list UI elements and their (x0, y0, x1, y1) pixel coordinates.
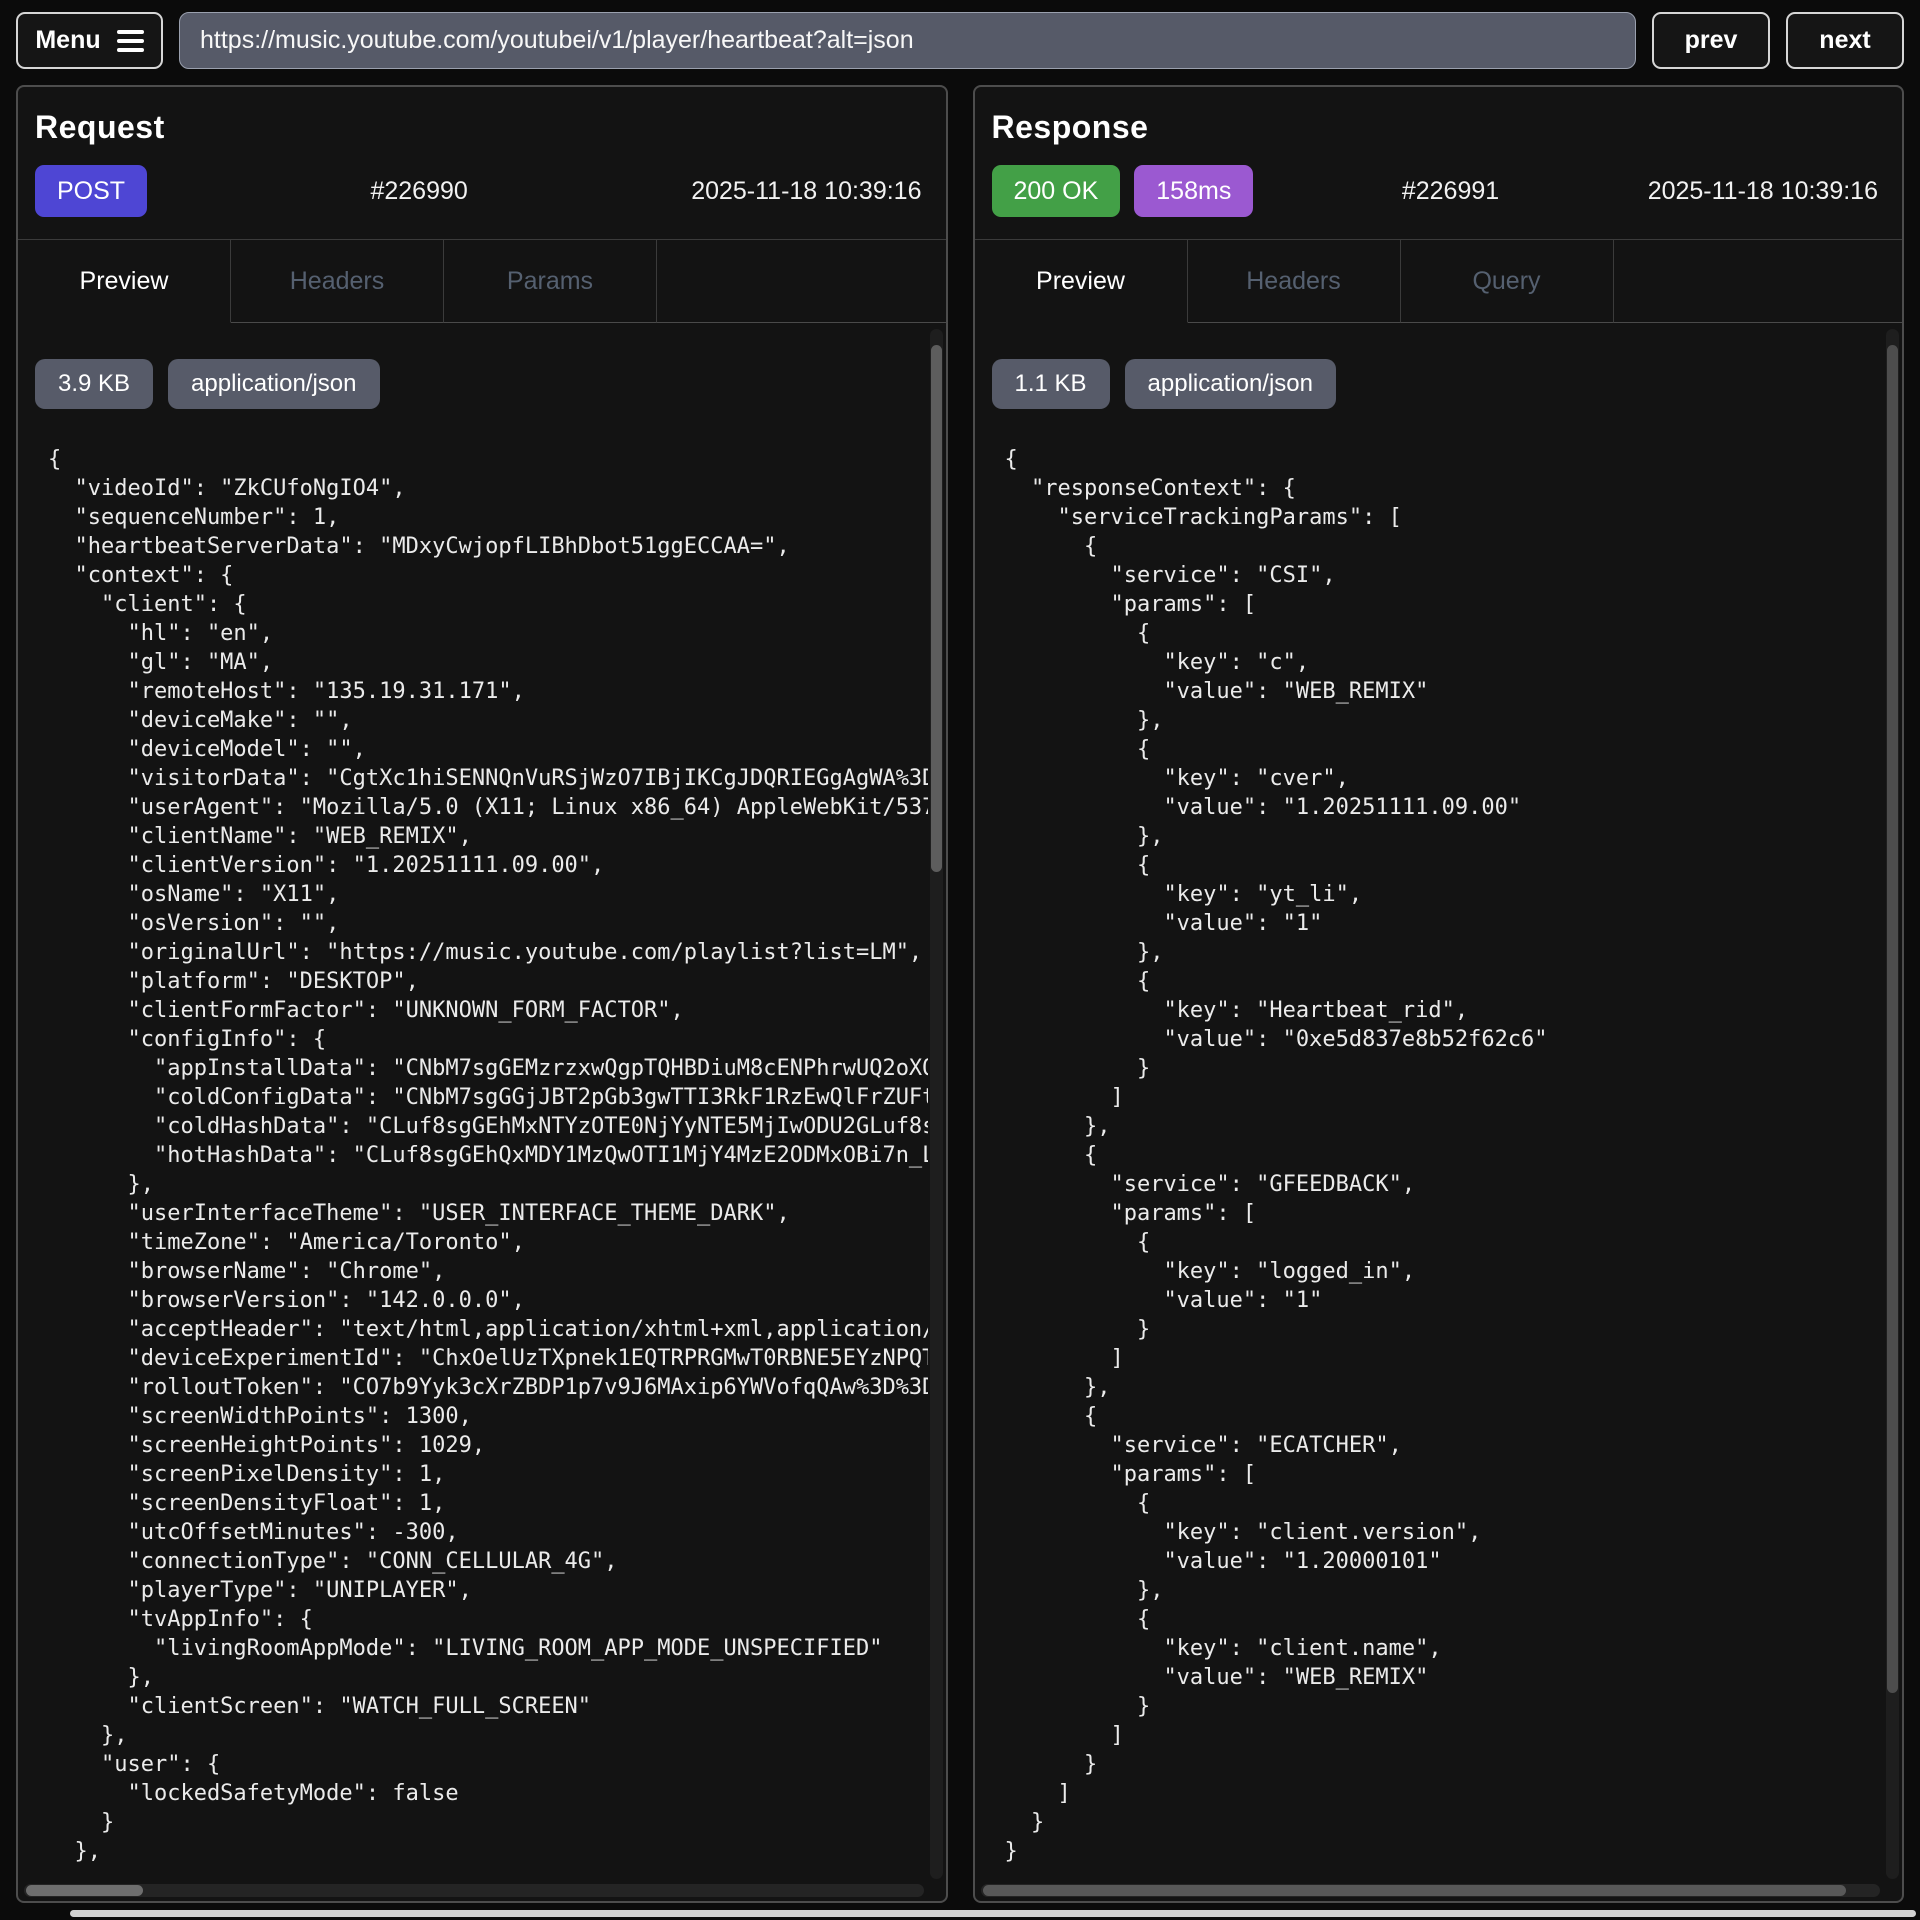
method-badge: POST (35, 165, 147, 217)
response-title: Response (992, 107, 1885, 147)
request-header: Request POST #226990 2025-11-18 10:39:16 (18, 87, 946, 217)
request-vertical-scrollbar-thumb[interactable] (931, 345, 942, 872)
request-meta-row: POST #226990 2025-11-18 10:39:16 (35, 165, 928, 217)
page-horizontal-scrollbar[interactable] (70, 1910, 1916, 1917)
response-horizontal-scrollbar[interactable] (981, 1884, 1881, 1897)
response-vertical-scrollbar[interactable] (1886, 329, 1899, 1879)
menu-button-label: Menu (35, 26, 100, 55)
response-id: #226991 (1402, 177, 1499, 206)
toolbar: Menu prev next (16, 12, 1904, 69)
next-button[interactable]: next (1786, 12, 1904, 69)
tab-response-headers[interactable]: Headers (1188, 240, 1401, 323)
request-body-badges: 3.9 KB application/json (35, 359, 928, 409)
response-horizontal-scrollbar-thumb[interactable] (983, 1885, 1847, 1896)
response-content-type-badge: application/json (1125, 359, 1336, 409)
hamburger-icon (117, 30, 144, 52)
tab-request-headers[interactable]: Headers (231, 240, 444, 323)
tab-response-preview[interactable]: Preview (975, 240, 1188, 323)
response-header: Response 200 OK 158ms #226991 2025-11-18… (975, 87, 1903, 217)
request-content-type-badge: application/json (168, 359, 379, 409)
response-body-badges: 1.1 KB application/json (992, 359, 1885, 409)
tab-response-query[interactable]: Query (1401, 240, 1614, 323)
request-json-body: { "videoId": "ZkCUfoNgIO4", "sequenceNum… (35, 445, 928, 1866)
response-timestamp: 2025-11-18 10:39:16 (1648, 177, 1884, 206)
prev-button[interactable]: prev (1652, 12, 1770, 69)
request-size-badge: 3.9 KB (35, 359, 153, 409)
request-title: Request (35, 107, 928, 147)
menu-button[interactable]: Menu (16, 12, 163, 69)
status-badge: 200 OK (992, 165, 1121, 217)
url-input[interactable] (179, 12, 1636, 69)
response-tabs-spacer (1614, 240, 1903, 323)
request-horizontal-scrollbar[interactable] (24, 1884, 924, 1897)
response-meta-row: 200 OK 158ms #226991 2025-11-18 10:39:16 (992, 165, 1885, 217)
request-timestamp: 2025-11-18 10:39:16 (691, 177, 927, 206)
request-panel: Request POST #226990 2025-11-18 10:39:16… (16, 85, 948, 1903)
duration-badge: 158ms (1134, 165, 1253, 217)
request-id: #226990 (370, 177, 467, 206)
request-horizontal-scrollbar-thumb[interactable] (26, 1885, 143, 1896)
response-tabs: Preview Headers Query (975, 239, 1903, 323)
response-body: 1.1 KB application/json { "responseConte… (975, 323, 1903, 1901)
response-size-badge: 1.1 KB (992, 359, 1110, 409)
tab-request-params[interactable]: Params (444, 240, 657, 323)
request-tabs-spacer (657, 240, 946, 323)
response-panel: Response 200 OK 158ms #226991 2025-11-18… (973, 85, 1905, 1903)
panels-container: Request POST #226990 2025-11-18 10:39:16… (16, 85, 1904, 1903)
tab-request-preview[interactable]: Preview (18, 240, 231, 323)
response-vertical-scrollbar-thumb[interactable] (1887, 345, 1898, 1694)
request-vertical-scrollbar[interactable] (930, 329, 943, 1879)
request-tabs: Preview Headers Params (18, 239, 946, 323)
request-body: 3.9 KB application/json { "videoId": "Zk… (18, 323, 946, 1901)
response-json-body: { "responseContext": { "serviceTrackingP… (992, 445, 1885, 1866)
